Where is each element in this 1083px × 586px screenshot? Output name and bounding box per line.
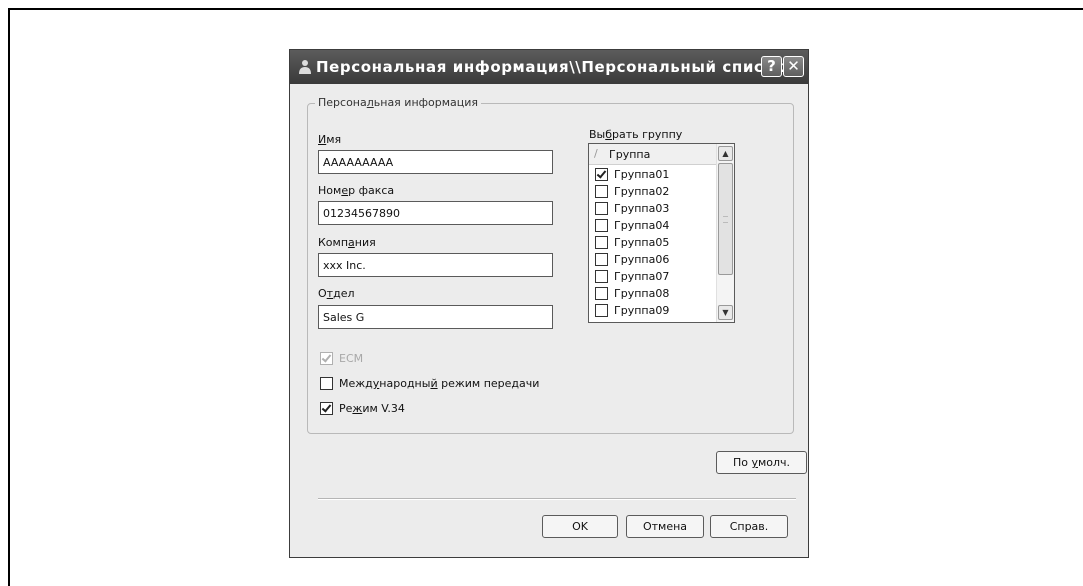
international-mode-checkbox[interactable] [320, 376, 333, 390]
company-field[interactable]: xxx Inc. [318, 253, 553, 277]
groupbox-legend: Персональная информация [315, 96, 482, 109]
list-item[interactable]: Группа06 [595, 252, 669, 270]
group-checkbox[interactable] [595, 201, 608, 215]
close-button[interactable]: ✕ [783, 56, 804, 77]
group-column-header[interactable]: / Группа [589, 144, 717, 165]
ecm-checkbox [320, 351, 333, 365]
list-item[interactable]: Группа08 [595, 286, 669, 304]
group-checkbox[interactable] [595, 303, 608, 317]
group-checkbox[interactable] [595, 167, 608, 181]
fax-number-field[interactable]: 01234567890 [318, 201, 553, 225]
person-icon [299, 60, 311, 74]
default-button[interactable]: По умолч. [716, 451, 807, 474]
title-bar[interactable]: Персональная информация\\Персональный сп… [290, 50, 808, 84]
group-column-label: Группа [609, 148, 651, 161]
company-label: Компания [318, 236, 376, 249]
v34-mode-option[interactable]: Режим V.34 [320, 401, 405, 416]
group-checkbox[interactable] [595, 252, 608, 266]
list-item[interactable]: Группа05 [595, 235, 669, 253]
list-item[interactable]: Группа04 [595, 218, 669, 236]
name-label: Имя [318, 133, 342, 146]
separator [318, 498, 796, 500]
scroll-down-icon[interactable]: ▼ [718, 305, 733, 320]
v34-mode-checkbox[interactable] [320, 401, 333, 415]
name-field[interactable]: AAAAAAAAA [318, 150, 553, 174]
ok-button[interactable]: OK [542, 515, 618, 538]
list-item[interactable]: Группа07 [595, 269, 669, 287]
fax-label: Номер факса [318, 184, 395, 197]
sort-icon: / [594, 147, 598, 160]
personal-info-dialog: Персональная информация\\Персональный сп… [289, 49, 809, 558]
dialog-title: Персональная информация\\Персональный сп… [316, 58, 786, 76]
cancel-button[interactable]: Отмена [626, 515, 704, 538]
group-list-scrollbar[interactable]: ▲ ▼ [716, 144, 734, 322]
select-group-label: Выбрать группу [589, 128, 683, 141]
list-item[interactable]: Группа03 [595, 201, 669, 219]
help-button[interactable]: Справ. [710, 515, 788, 538]
group-checkbox[interactable] [595, 184, 608, 198]
group-list[interactable]: / Группа Группа01 Группа02 Группа03 Груп… [588, 143, 735, 323]
ecm-option: ECM [320, 351, 363, 366]
scroll-thumb[interactable] [718, 163, 733, 275]
scroll-up-icon[interactable]: ▲ [718, 146, 733, 161]
department-field[interactable]: Sales G [318, 305, 553, 329]
group-checkbox[interactable] [595, 269, 608, 283]
group-checkbox[interactable] [595, 235, 608, 249]
list-item[interactable]: Группа02 [595, 184, 669, 202]
list-item[interactable]: Группа01 [595, 167, 669, 185]
international-mode-option[interactable]: Международный режим передачи [320, 376, 539, 391]
group-checkbox[interactable] [595, 286, 608, 300]
department-label: Отдел [318, 287, 355, 300]
group-checkbox[interactable] [595, 218, 608, 232]
list-item[interactable]: Группа09 [595, 303, 669, 321]
help-title-button[interactable]: ? [761, 56, 782, 77]
